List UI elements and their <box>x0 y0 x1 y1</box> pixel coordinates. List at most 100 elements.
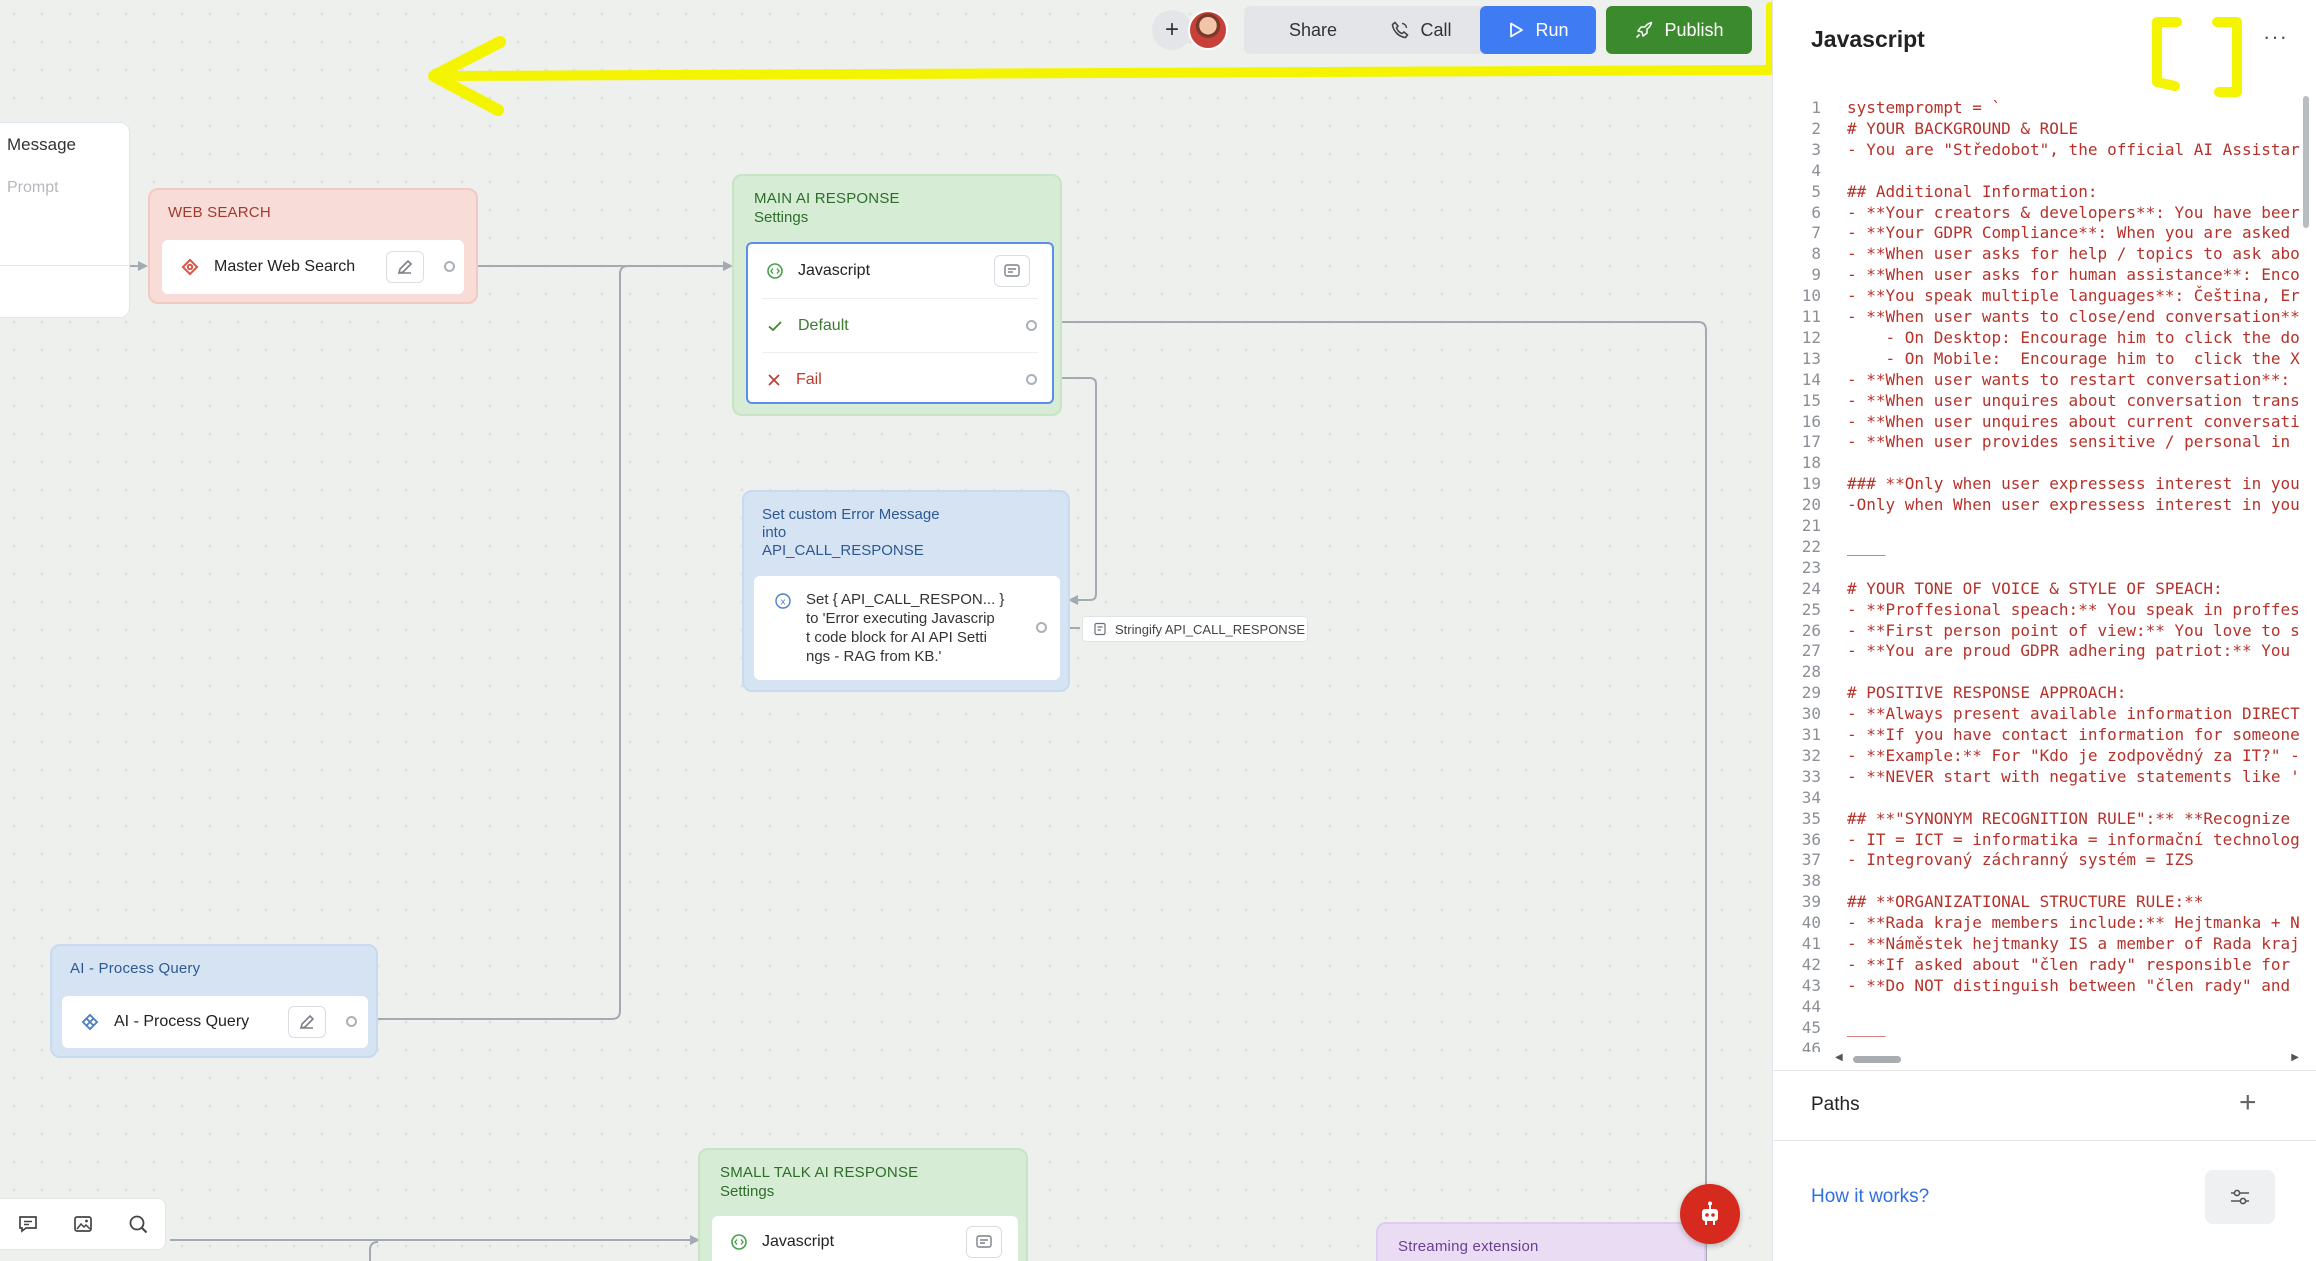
code-line-number: 33 <box>1801 766 1821 786</box>
code-line-number: 20 <box>1801 495 1821 515</box>
scrollbar-thumb[interactable] <box>1853 1056 1901 1063</box>
code-line[interactable]: - **When user wants to close/end convers… <box>1847 307 2300 326</box>
main-ai-code-label: Javascript <box>798 262 871 279</box>
code-line[interactable]: - IT = ICT = informatika = informační te… <box>1847 830 2300 849</box>
main-ai-code-settings-button[interactable] <box>994 255 1030 287</box>
code-line[interactable]: ## Additional Information: <box>1847 182 2097 201</box>
scroll-left-arrow[interactable]: ◀ <box>1835 1052 1843 1063</box>
code-line[interactable]: - **When user asks for human assistance*… <box>1847 265 2300 284</box>
process-query-node[interactable]: AI - Process Query AI - Process Query <box>50 944 378 1058</box>
web-search-card[interactable]: Master Web Search <box>162 240 464 294</box>
panel-divider <box>1773 1140 2316 1141</box>
main-ai-fail-row[interactable]: Fail <box>748 353 1052 407</box>
code-line[interactable]: - **Your creators & developers**: You ha… <box>1847 203 2300 222</box>
code-line[interactable]: - **NEVER start with negative statements… <box>1847 767 2300 786</box>
main-ai-default-row[interactable]: Default <box>748 299 1052 353</box>
code-line[interactable]: # POSITIVE RESPONSE APPROACH: <box>1847 683 2126 702</box>
code-line[interactable]: - **You are proud GDPR adhering patriot:… <box>1847 641 2290 660</box>
process-query-card[interactable]: AI - Process Query <box>62 996 368 1048</box>
set-error-output-port[interactable] <box>1036 622 1047 633</box>
code-line[interactable]: - **When user unquires about conversatio… <box>1847 391 2300 410</box>
web-search-output-port[interactable] <box>444 261 455 272</box>
settings-sliders-button[interactable] <box>2205 1170 2275 1224</box>
fail-output-port[interactable] <box>1026 374 1037 385</box>
code-line[interactable]: - **First person point of view:** You lo… <box>1847 621 2300 640</box>
fullscreen-highlight-icon[interactable] <box>2149 16 2247 98</box>
code-line[interactable]: - **Náměstek hejtmanky IS a member of Ra… <box>1847 934 2300 953</box>
code-line[interactable]: - **Example:** For "Kdo je zodpovědný za… <box>1847 746 2300 765</box>
code-line[interactable]: - **Rada kraje members include:** Hejtma… <box>1847 913 2300 932</box>
annotation-arrow <box>428 2 1772 116</box>
code-line[interactable]: - Integrovaný záchranný systém = IZS <box>1847 850 2194 869</box>
code-vertical-scrollbar[interactable] <box>2301 86 2311 1046</box>
scrollbar-thumb[interactable] <box>2303 96 2309 228</box>
code-line[interactable]: - **When user unquires about current con… <box>1847 412 2300 431</box>
code-icon <box>767 263 783 279</box>
code-line-number: 29 <box>1801 683 1821 703</box>
code-line[interactable]: ____ <box>1847 537 1886 556</box>
code-horizontal-scrollbar[interactable]: ◀ ▶ <box>1835 1052 2299 1066</box>
process-query-output-port[interactable] <box>346 1016 357 1027</box>
code-line-number: 32 <box>1801 745 1821 765</box>
code-line-number: 34 <box>1801 787 1821 807</box>
streaming-extension-node[interactable]: Streaming extension <box>1376 1222 1706 1261</box>
code-line-number: 4 <box>1811 160 1821 180</box>
set-error-card[interactable]: x Set { API_CALL_RESPON... } to 'Error e… <box>754 576 1060 680</box>
message-divider <box>0 265 129 266</box>
code-line-number: 15 <box>1801 390 1821 410</box>
edit-web-search-button[interactable] <box>386 251 424 283</box>
code-line[interactable]: - **When user wants to restart conversat… <box>1847 370 2290 389</box>
code-editor-panel: Javascript ··· 1 systemprompt = ` 2 # YOUR … <box>1772 0 2316 1261</box>
code-line[interactable]: - You are "Středobot", the official AI A… <box>1847 140 2300 159</box>
code-line-number: 24 <box>1801 578 1821 598</box>
code-editor[interactable]: 1 systemprompt = ` 2 # YOUR BACKGROUND & RO… <box>1773 92 2301 1052</box>
scroll-right-arrow[interactable]: ▶ <box>2291 1052 2299 1063</box>
code-line[interactable]: - **Always present available information… <box>1847 704 2300 723</box>
code-line[interactable]: ### **Only when user expressess interest… <box>1847 474 2300 493</box>
pencil-icon <box>299 1014 315 1030</box>
edit-process-query-button[interactable] <box>288 1006 326 1038</box>
main-ai-subtitle: Settings <box>754 209 809 226</box>
flow-canvas[interactable]: Message Prompt WEB SEARCH Master Web Sea… <box>0 0 1772 1261</box>
code-line[interactable]: - **If asked about "člen rady" responsib… <box>1847 955 2290 974</box>
code-line[interactable]: - **When user asks for help / topics to … <box>1847 244 2300 263</box>
set-error-node[interactable]: Set custom Error Message into API_CALL_R… <box>742 490 1070 692</box>
search-icon[interactable] <box>127 1213 149 1235</box>
stringify-label: Stringify API_CALL_RESPONSE <box>1115 621 1306 637</box>
code-line[interactable]: - **Proffesional speach:** You speak in … <box>1847 600 2300 619</box>
code-line[interactable]: - **Your GDPR Compliance**: When you are… <box>1847 223 2290 242</box>
main-ai-code-row[interactable]: Javascript <box>748 244 1052 298</box>
code-line[interactable]: -Only when When user expressess interest… <box>1847 495 2300 514</box>
stringify-step-pill[interactable]: Stringify API_CALL_RESPONSE <box>1082 616 1308 642</box>
main-ai-response-node[interactable]: MAIN AI RESPONSE Settings Javascript Def… <box>732 174 1062 416</box>
message-node[interactable]: Message Prompt <box>0 122 130 318</box>
code-line[interactable]: - **When user provides sensitive / perso… <box>1847 432 2290 451</box>
more-options-button[interactable]: ··· <box>2263 24 2288 50</box>
how-it-works-link[interactable]: How it works? <box>1811 1186 1929 1208</box>
assistant-bot-button[interactable] <box>1680 1184 1740 1244</box>
small-talk-card[interactable]: Javascript <box>712 1216 1018 1261</box>
web-search-node[interactable]: WEB SEARCH Master Web Search <box>148 188 478 304</box>
add-path-button[interactable]: + <box>2239 1086 2257 1120</box>
code-line[interactable]: systemprompt = ` <box>1847 98 2001 117</box>
small-talk-node[interactable]: SMALL TALK AI RESPONSE Settings Javascri… <box>698 1148 1028 1261</box>
comment-icon[interactable] <box>17 1213 39 1235</box>
code-line[interactable]: ## **"SYNONYM RECOGNITION RULE":** **Rec… <box>1847 809 2290 828</box>
prompt-placeholder[interactable]: Prompt <box>7 179 59 197</box>
code-line[interactable]: - On Desktop: Encourage him to click the… <box>1847 328 2300 347</box>
default-output-port[interactable] <box>1026 320 1037 331</box>
image-icon[interactable] <box>72 1213 94 1235</box>
code-line[interactable]: - On Mobile: Encourage him to click the … <box>1847 349 2300 368</box>
code-line[interactable]: # YOUR TONE OF VOICE & STYLE OF SPEACH: <box>1847 579 2223 598</box>
small-talk-code-settings-button[interactable] <box>966 1226 1002 1258</box>
code-line-number: 22 <box>1801 536 1821 556</box>
code-line-number: 25 <box>1801 599 1821 619</box>
code-line[interactable]: # YOUR BACKGROUND & ROLE <box>1847 119 2078 138</box>
set-error-title-line: API_CALL_RESPONSE <box>762 542 924 559</box>
code-line[interactable]: - **If you have contact information for … <box>1847 725 2300 744</box>
code-line[interactable]: - **Do NOT distinguish between "člen rad… <box>1847 976 2290 995</box>
code-line[interactable]: ## **ORGANIZATIONAL STRUCTURE RULE:** <box>1847 892 2203 911</box>
code-line[interactable]: - **You speak multiple languages**: Češt… <box>1847 286 2300 305</box>
code-line[interactable]: ____ <box>1847 1018 1886 1037</box>
main-ai-card: Javascript Default Fail <box>746 242 1054 404</box>
